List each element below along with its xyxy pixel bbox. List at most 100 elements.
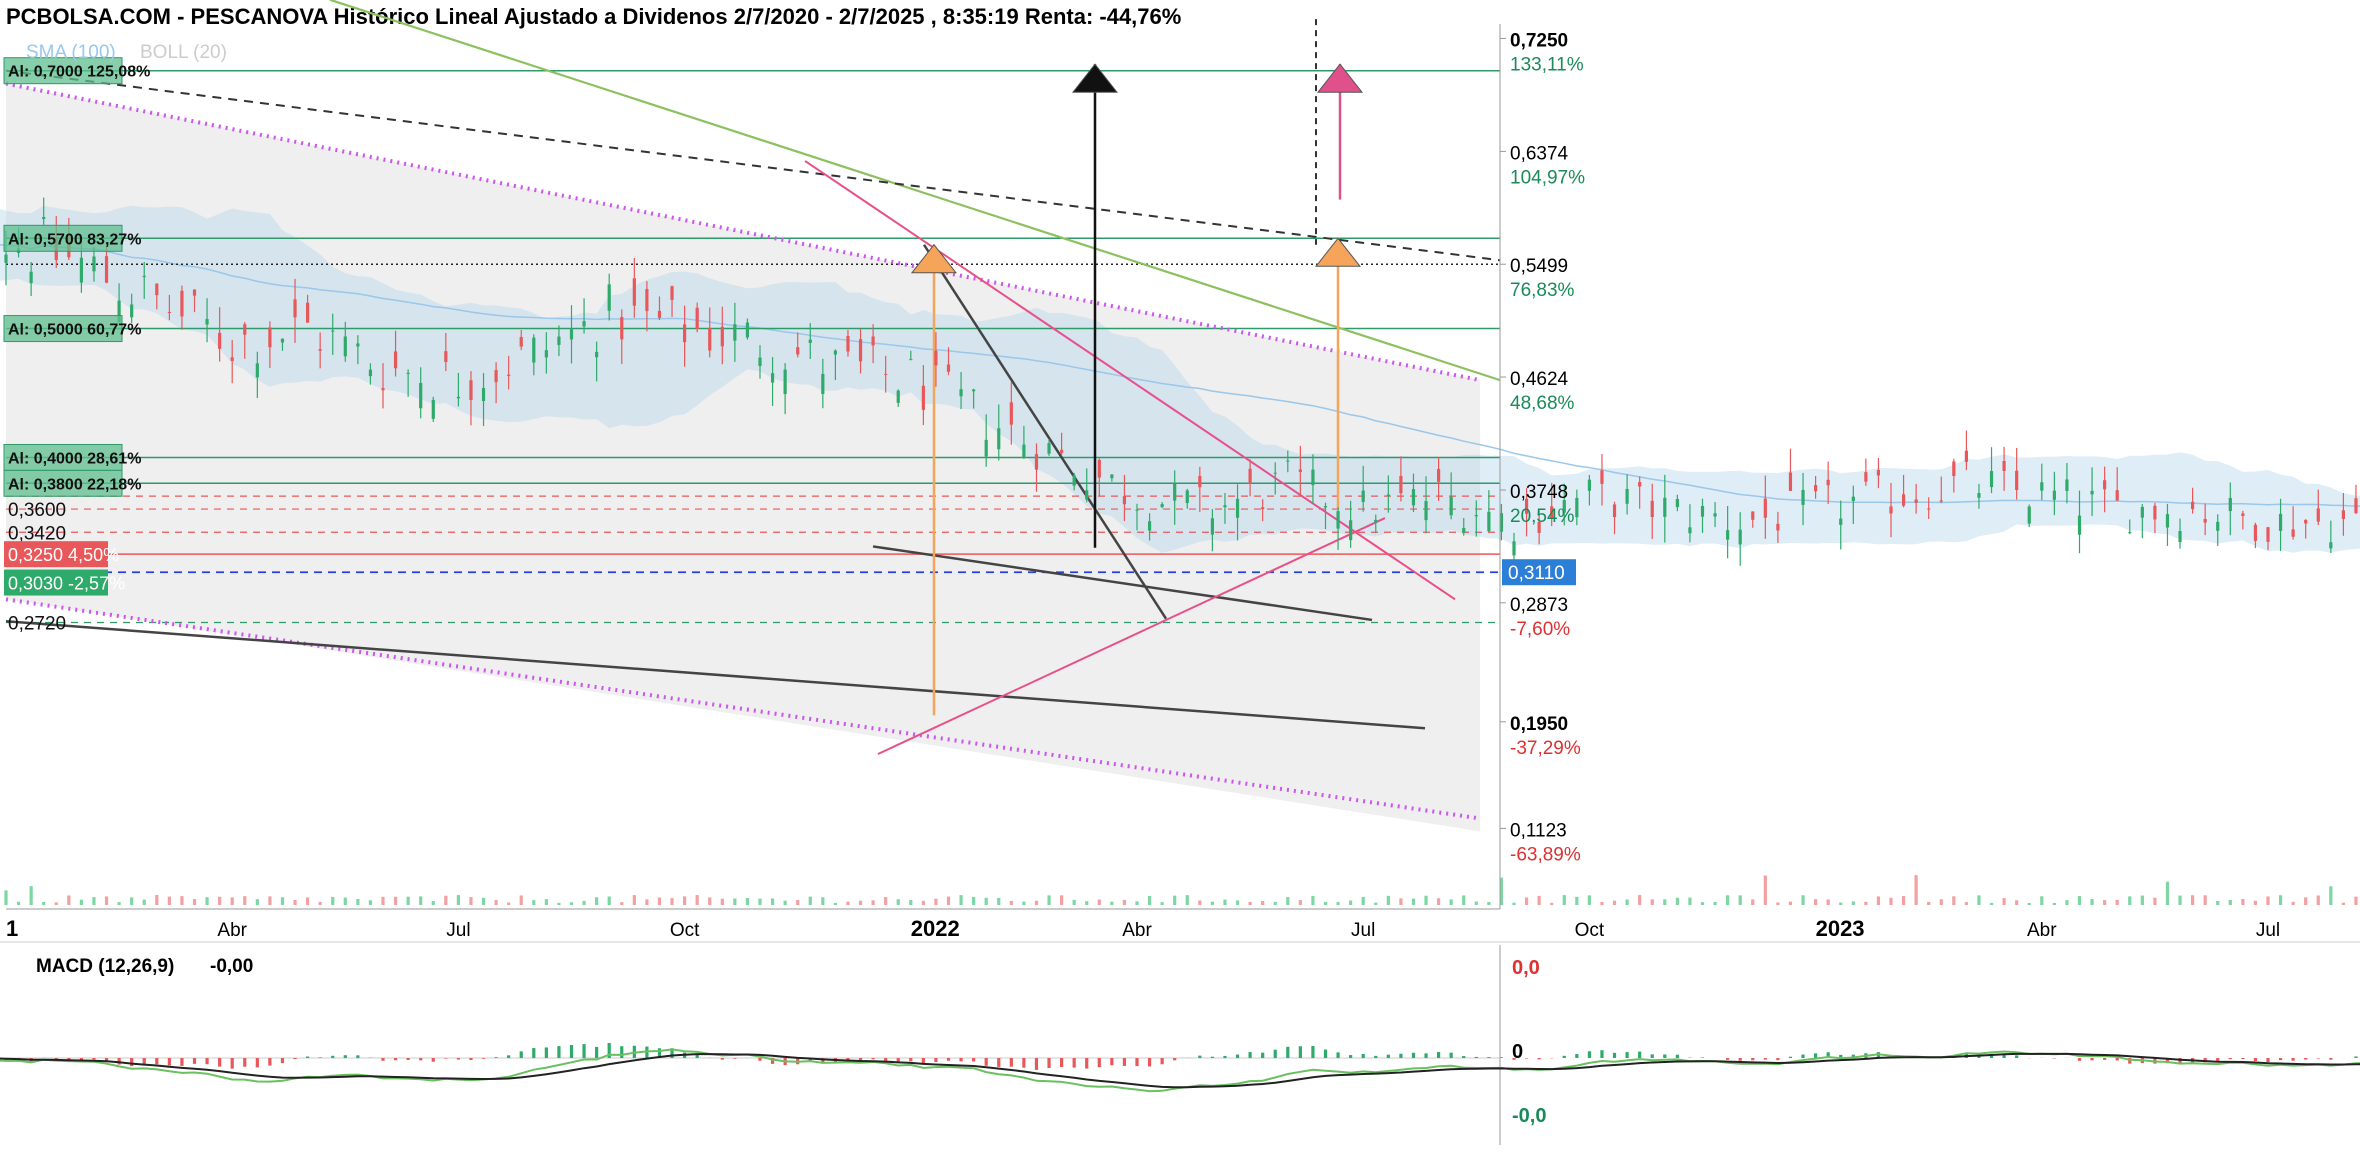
volume-bar [79, 899, 83, 905]
candle-body [1311, 469, 1315, 486]
candle-body [167, 311, 171, 313]
volume-bar [16, 901, 21, 905]
macd-histogram-bar [1424, 1053, 1428, 1058]
macd-histogram-bar [1286, 1046, 1290, 1058]
candle-body [683, 324, 687, 343]
volume-bar [1550, 902, 1554, 905]
candle-body [1286, 460, 1290, 462]
candle-body [657, 310, 662, 318]
volume-bar [1173, 895, 1177, 905]
volume-bar [808, 896, 812, 905]
volume-bar [431, 901, 435, 905]
volume-bar [1210, 901, 1214, 905]
volume-bar [42, 902, 46, 905]
candle-body [984, 439, 988, 457]
macd-histogram-bar [1411, 1052, 1416, 1058]
volume-bar [858, 900, 863, 905]
candle-body [1713, 513, 1717, 517]
candle-body [293, 299, 297, 318]
volume-bar [2278, 895, 2283, 905]
volume-bar [142, 899, 146, 905]
macd-histogram-bar [2253, 1058, 2258, 1062]
volume-bar [1386, 895, 1390, 905]
candle-body [1612, 504, 1617, 518]
candle-body [1323, 506, 1328, 508]
volume-bar [1374, 902, 1378, 905]
macd-histogram-bar [1399, 1053, 1403, 1058]
candle-body [846, 335, 850, 352]
candle-body [2103, 480, 2107, 490]
macd-histogram-bar [1235, 1054, 1240, 1058]
volume-bar [896, 899, 900, 905]
volume-bar [2241, 898, 2245, 905]
volume-bar [2040, 896, 2044, 905]
volume-bar [2140, 895, 2144, 905]
macd-histogram-bar [92, 1058, 96, 1060]
macd-histogram-bar [972, 1058, 976, 1062]
candle-body [381, 388, 385, 391]
candle-body [1147, 521, 1152, 531]
macd-histogram-bar [934, 1058, 938, 1063]
volume-bar [1562, 895, 1566, 905]
candle-body [1751, 511, 1755, 520]
volume-bar [733, 898, 737, 905]
volume-bar [1763, 875, 1767, 905]
volume-bar [683, 896, 687, 905]
time-tick-label: Jul [2256, 920, 2280, 941]
legend-boll: BOLL (20) [140, 42, 227, 63]
volume-bar [670, 898, 674, 905]
macd-histogram-bar [1663, 1054, 1667, 1058]
volume-bar [1034, 900, 1039, 905]
volume-bar [657, 897, 662, 905]
candle-body [2341, 510, 2345, 519]
candle-body [1248, 468, 1252, 484]
candle-body [921, 385, 925, 410]
macd-histogram-bar [1147, 1058, 1152, 1067]
macd-histogram-bar [130, 1058, 134, 1067]
candle-body [1763, 498, 1767, 518]
volume-bar [1889, 897, 1893, 905]
macd-histogram-bar [1437, 1052, 1441, 1058]
macd-axis-label: -0,0 [1512, 1105, 1546, 1127]
macd-histogram-bar [444, 1058, 448, 1059]
volume-bar [821, 897, 825, 905]
volume-bar [419, 896, 423, 905]
percent-tick-label: -7,60% [1510, 619, 1570, 640]
candle-body [1034, 454, 1039, 470]
alert-label: Al: 0,4000 28,61% [8, 450, 141, 467]
candle-body [1826, 479, 1830, 486]
volume-bar [1788, 901, 1793, 905]
volume-bar [884, 897, 888, 905]
volume-bar [218, 896, 222, 905]
candle-body [1675, 499, 1679, 508]
volume-bar [29, 886, 33, 905]
main-chart-area[interactable]: Al: 0,7000 125,08% Al: 0,5700 83,27% Al: 0… [0, 0, 2360, 905]
macd-histogram-bar [2103, 1058, 2107, 1060]
macd-histogram-bar [532, 1048, 536, 1058]
macd-histogram-bar [142, 1058, 146, 1065]
candle-body [808, 339, 812, 343]
macd-histogram-bar [884, 1058, 888, 1061]
percent-tick-label: 133,11% [1510, 54, 1584, 75]
candle-body [481, 388, 486, 401]
price-chart[interactable]: Al: 0,7000 125,08% Al: 0,5700 83,27% Al: 0… [0, 0, 2360, 1152]
candle-body [1097, 459, 1101, 478]
candle-body [280, 338, 285, 343]
volume-bar [946, 896, 951, 905]
macd-axis-label: 0,0 [1512, 957, 1540, 979]
volume-bar [1726, 895, 1730, 905]
level-label: 0,2720 [8, 614, 66, 635]
volume-bar [1147, 895, 1152, 905]
volume-bar [2354, 896, 2358, 905]
time-tick-label: Jul [1351, 920, 1375, 941]
macd-panel[interactable]: MACD (12,26,9) -0,00 0,00-0,0 [0, 945, 2360, 1145]
volume-bar [1587, 895, 1591, 905]
macd-histogram-bar [1487, 1057, 1491, 1058]
macd-histogram-bar [1072, 1058, 1076, 1068]
candle-body [871, 336, 875, 346]
macd-histogram-bar [419, 1058, 423, 1061]
macd-histogram-bar [984, 1058, 988, 1066]
candle-body [2354, 498, 2358, 514]
current-price-label: 0,3110 [1508, 563, 1565, 584]
volume-bar [469, 897, 473, 905]
